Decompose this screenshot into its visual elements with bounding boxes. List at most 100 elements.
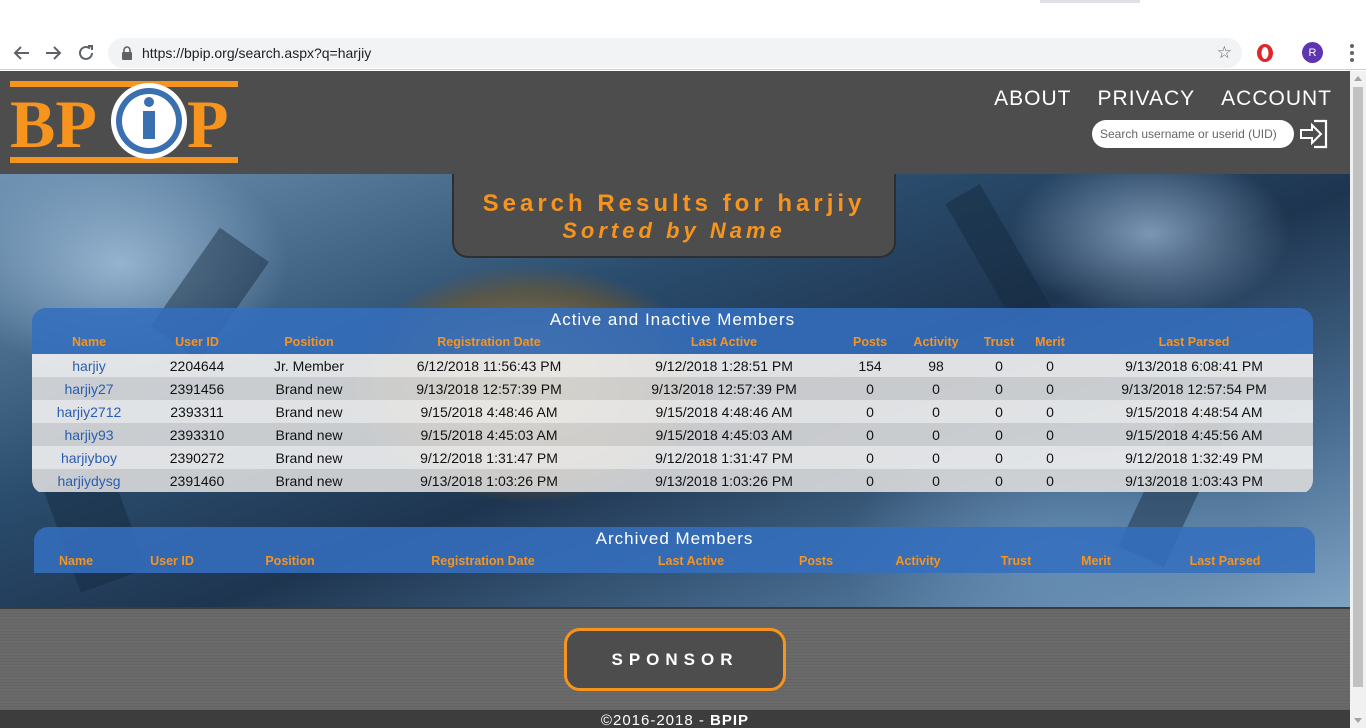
profile-avatar[interactable]: R [1302,42,1323,63]
results-title-box: Search Results for harjiy Sorted by Name [452,174,896,258]
cell-activity: 0 [932,404,940,420]
page-scrollbar[interactable] [1350,71,1366,728]
table-row[interactable]: harjiydysg 2391460 Brand new 9/13/2018 1:03… [32,469,1313,492]
cell-parsed: 9/12/2018 1:32:49 PM [1125,450,1263,466]
cell-posts: 154 [858,358,882,374]
cell-last: 9/13/2018 1:03:26 PM [655,473,793,489]
svg-text:BP: BP [10,86,97,162]
column-header-name: Name [58,554,94,568]
nav-about[interactable]: ABOUT [994,87,1071,111]
page-viewport: BP P ABOUT PRIVACY ACCOUNT Search Result… [0,71,1350,728]
cell-reg: 9/13/2018 12:57:39 PM [416,381,562,397]
cell-uid: 2391456 [169,381,225,397]
bookmark-star-icon[interactable]: ☆ [1217,43,1232,63]
active-members-heading: Active and Inactive Members [32,308,1313,332]
cell-activity: 0 [932,450,940,466]
svg-text:P: P [187,86,229,162]
column-header-merit: Merit [1035,335,1065,349]
opera-extension-icon[interactable] [1254,42,1276,64]
cell-trust: 0 [995,473,1003,489]
cell-uid: 2391460 [169,473,225,489]
copyright: ©2016-2018 - BPIP [0,710,1350,728]
column-header-activity: Activity [895,554,941,568]
member-name-link[interactable]: harjiydysg [57,473,120,489]
cell-last: 9/12/2018 1:28:51 PM [655,358,793,374]
cell-last: 9/13/2018 12:57:39 PM [651,381,797,397]
cell-activity: 0 [932,381,940,397]
results-sort-label: Sorted by Name [562,218,786,243]
member-name-link[interactable]: harjiy [72,358,105,374]
cell-activity: 0 [932,473,940,489]
cell-merit: 0 [1046,427,1054,443]
lock-icon [122,46,132,60]
column-header-reg: Registration Date [437,335,541,349]
nav-account[interactable]: ACCOUNT [1221,87,1332,111]
cell-position: Brand new [275,404,343,420]
column-header-position: Position [284,335,334,349]
scrollbar-thumb[interactable] [1353,87,1363,687]
scroll-down-icon[interactable] [1354,718,1362,723]
member-name-link[interactable]: harjiy2712 [57,404,122,420]
table-row[interactable]: harjiy93 2393310 Brand new 9/15/2018 4:45:0… [32,423,1313,446]
column-header-merit: Merit [1081,554,1111,568]
member-name-link[interactable]: harjiy27 [64,381,113,397]
table-row[interactable]: harjiy27 2391456 Brand new 9/13/2018 12:57:… [32,377,1313,400]
cell-uid: 2390272 [169,450,225,466]
cell-uid: 2393310 [169,427,225,443]
cell-posts: 0 [866,404,874,420]
cell-last: 9/15/2018 4:45:03 AM [655,427,793,443]
member-name-link[interactable]: harjiyboy [61,450,117,466]
cell-reg: 9/15/2018 4:48:46 AM [420,404,558,420]
cell-posts: 0 [866,427,874,443]
cell-reg: 9/15/2018 4:45:03 AM [420,427,558,443]
cell-merit: 0 [1046,404,1054,420]
url-text: https://bpip.org/search.aspx?q=harjiy [142,45,372,61]
cell-parsed: 9/15/2018 4:48:54 AM [1125,404,1263,420]
cell-position: Brand new [275,450,343,466]
table-row[interactable]: harjiy 2204644 Jr. Member 6/12/2018 11:56:4… [32,354,1313,377]
cell-trust: 0 [995,358,1003,374]
cell-uid: 2204644 [169,358,225,374]
cell-merit: 0 [1046,450,1054,466]
cell-posts: 0 [866,450,874,466]
reload-icon[interactable] [74,41,98,65]
scroll-up-icon[interactable] [1354,76,1362,81]
sponsor-button[interactable]: SPONSOR [564,628,786,691]
hero-background: Search Results for harjiy Sorted by Name… [0,174,1350,607]
archived-table-header: Name User ID Position Registration Date Last… [34,551,1315,573]
table-row[interactable]: harjiy2712 2393311 Brand new 9/15/2018 4:48… [32,400,1313,423]
column-header-last: Last Active [657,554,725,568]
copyright-brand[interactable]: BPIP [710,712,749,728]
cell-position: Brand new [275,381,343,397]
column-header-posts: Posts [852,335,888,349]
back-arrow-icon[interactable] [10,41,34,65]
browser-menu-icon[interactable] [1342,42,1362,64]
column-header-uid: User ID [175,335,219,349]
member-name-link[interactable]: harjiy93 [64,427,113,443]
address-bar[interactable]: https://bpip.org/search.aspx?q=harjiy ☆ [108,38,1242,68]
cell-reg: 6/12/2018 11:56:43 PM [416,358,562,374]
login-icon[interactable] [1298,118,1330,150]
copyright-text: ©2016-2018 - [600,712,711,728]
cell-parsed: 9/13/2018 6:08:41 PM [1125,358,1263,374]
column-header-position: Position [265,554,315,568]
bpip-logo[interactable]: BP P [10,81,238,165]
table-row[interactable]: harjiyboy 2390272 Brand new 9/12/2018 1:31:… [32,446,1313,469]
cell-merit: 0 [1046,358,1054,374]
column-header-trust: Trust [983,335,1015,349]
active-table-body: harjiy 2204644 Jr. Member 6/12/2018 11:56:4… [32,354,1313,492]
column-header-uid: User ID [150,554,194,568]
nav-privacy[interactable]: PRIVACY [1098,87,1196,111]
column-header-reg: Registration Date [431,554,535,568]
forward-arrow-icon[interactable] [41,41,65,65]
cell-position: Brand new [275,473,343,489]
search-input[interactable] [1092,120,1294,148]
site-header: BP P ABOUT PRIVACY ACCOUNT [0,71,1350,174]
column-header-activity: Activity [913,335,959,349]
top-nav: ABOUT PRIVACY ACCOUNT [994,87,1332,111]
cell-last: 9/15/2018 4:48:46 AM [655,404,793,420]
cell-posts: 0 [866,381,874,397]
cell-reg: 9/12/2018 1:31:47 PM [420,450,558,466]
cell-trust: 0 [995,381,1003,397]
cell-reg: 9/13/2018 1:03:26 PM [420,473,558,489]
